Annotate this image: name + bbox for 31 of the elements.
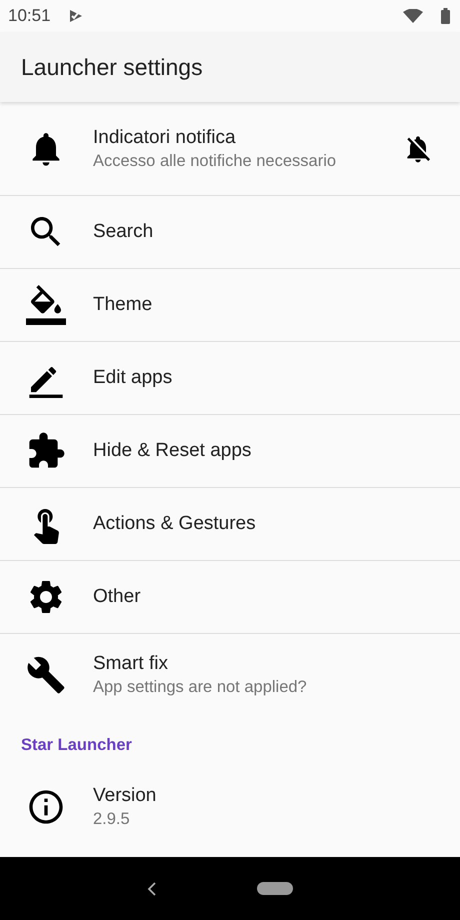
settings-item[interactable]: Indicatori notifica Accesso alle notifiche necessario [0,102,460,196]
item-subtitle: App settings are not applied? [93,678,308,697]
settings-item[interactable]: Theme [0,269,460,342]
item-title: Search [93,221,154,243]
settings-item[interactable]: Actions & Gestures [0,488,460,561]
settings-item[interactable]: Other [0,561,460,634]
settings-item[interactable]: Smart fix App settings are not applied? [0,634,460,716]
item-title: Theme [93,294,154,316]
notification-icon [68,9,83,23]
wifi-icon [403,9,423,23]
item-title: Other [93,586,142,608]
status-time: 10:51 [8,6,51,26]
battery-icon [441,8,450,24]
item-title: Hide & Reset apps [93,440,252,462]
item-title: Indicatori notifica [93,126,237,148]
app-title: Launcher settings [21,54,203,80]
settings-item[interactable]: Hide & Reset apps [0,415,460,488]
settings-item[interactable]: Search [0,196,460,269]
back-icon[interactable] [147,882,157,896]
item-title: Actions & Gestures [93,513,257,535]
section-header: Star Launcher [20,735,133,756]
wrench-icon [26,655,66,695]
item-title: Edit apps [93,367,174,389]
item-title: Smart fix [93,653,169,675]
settings-item[interactable]: Edit apps [0,342,460,415]
item-subtitle: Accesso alle notifiche necessario [93,152,338,170]
settings-item[interactable]: Version 2.9.5 [0,769,460,845]
home-button[interactable] [257,882,293,895]
item-title: Version [93,785,158,807]
paint-bucket-icon [26,285,66,325]
item-subtitle: 2.9.5 [93,810,131,829]
